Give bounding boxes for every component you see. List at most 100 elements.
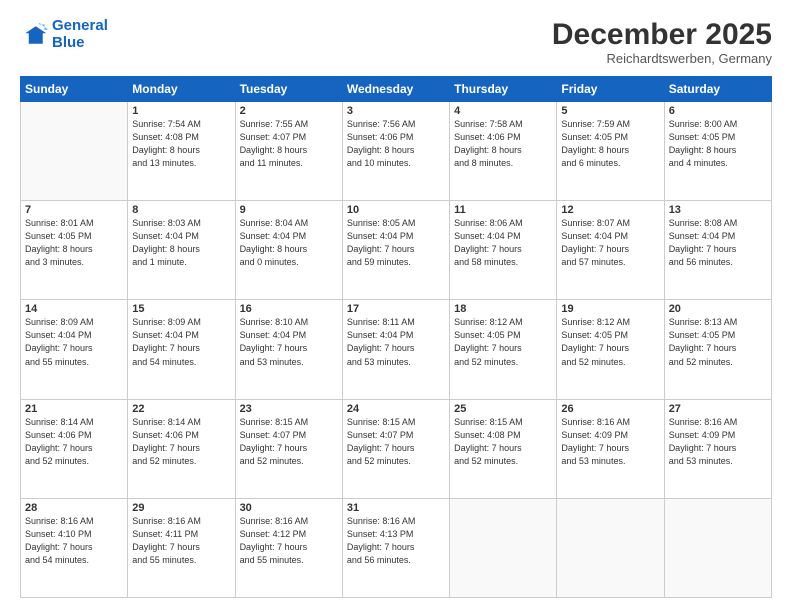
day-info: Sunrise: 7:56 AM Sunset: 4:06 PM Dayligh… <box>347 118 445 170</box>
day-number: 1 <box>132 105 230 117</box>
calendar-cell: 15Sunrise: 8:09 AM Sunset: 4:04 PM Dayli… <box>128 300 235 399</box>
day-info: Sunrise: 8:14 AM Sunset: 4:06 PM Dayligh… <box>132 416 230 468</box>
day-info: Sunrise: 8:16 AM Sunset: 4:13 PM Dayligh… <box>347 515 445 567</box>
weekday-header-tuesday: Tuesday <box>235 77 342 102</box>
day-number: 5 <box>561 105 659 117</box>
day-number: 8 <box>132 204 230 216</box>
logo-line1: General <box>52 17 108 34</box>
calendar-cell: 1Sunrise: 7:54 AM Sunset: 4:08 PM Daylig… <box>128 102 235 201</box>
logo-line2: Blue <box>52 34 85 51</box>
calendar-cell: 16Sunrise: 8:10 AM Sunset: 4:04 PM Dayli… <box>235 300 342 399</box>
day-info: Sunrise: 7:58 AM Sunset: 4:06 PM Dayligh… <box>454 118 552 170</box>
day-number: 27 <box>669 403 767 415</box>
calendar-cell: 10Sunrise: 8:05 AM Sunset: 4:04 PM Dayli… <box>342 201 449 300</box>
day-info: Sunrise: 8:16 AM Sunset: 4:09 PM Dayligh… <box>561 416 659 468</box>
day-info: Sunrise: 7:59 AM Sunset: 4:05 PM Dayligh… <box>561 118 659 170</box>
calendar-cell: 19Sunrise: 8:12 AM Sunset: 4:05 PM Dayli… <box>557 300 664 399</box>
day-number: 25 <box>454 403 552 415</box>
calendar-cell: 5Sunrise: 7:59 AM Sunset: 4:05 PM Daylig… <box>557 102 664 201</box>
day-info: Sunrise: 8:16 AM Sunset: 4:12 PM Dayligh… <box>240 515 338 567</box>
calendar-cell: 31Sunrise: 8:16 AM Sunset: 4:13 PM Dayli… <box>342 498 449 597</box>
logo: General Blue <box>20 18 108 51</box>
weekday-header-friday: Friday <box>557 77 664 102</box>
calendar-cell: 28Sunrise: 8:16 AM Sunset: 4:10 PM Dayli… <box>21 498 128 597</box>
day-number: 2 <box>240 105 338 117</box>
day-info: Sunrise: 8:11 AM Sunset: 4:04 PM Dayligh… <box>347 316 445 368</box>
day-number: 16 <box>240 303 338 315</box>
calendar-cell: 23Sunrise: 8:15 AM Sunset: 4:07 PM Dayli… <box>235 399 342 498</box>
day-number: 18 <box>454 303 552 315</box>
day-number: 28 <box>25 502 123 514</box>
day-info: Sunrise: 8:08 AM Sunset: 4:04 PM Dayligh… <box>669 217 767 269</box>
day-info: Sunrise: 8:15 AM Sunset: 4:08 PM Dayligh… <box>454 416 552 468</box>
weekday-header-saturday: Saturday <box>664 77 771 102</box>
calendar-cell: 18Sunrise: 8:12 AM Sunset: 4:05 PM Dayli… <box>450 300 557 399</box>
day-number: 17 <box>347 303 445 315</box>
day-info: Sunrise: 8:13 AM Sunset: 4:05 PM Dayligh… <box>669 316 767 368</box>
calendar-cell: 29Sunrise: 8:16 AM Sunset: 4:11 PM Dayli… <box>128 498 235 597</box>
weekday-header-wednesday: Wednesday <box>342 77 449 102</box>
calendar-cell: 4Sunrise: 7:58 AM Sunset: 4:06 PM Daylig… <box>450 102 557 201</box>
day-number: 4 <box>454 105 552 117</box>
day-info: Sunrise: 7:54 AM Sunset: 4:08 PM Dayligh… <box>132 118 230 170</box>
day-number: 26 <box>561 403 659 415</box>
calendar-cell: 30Sunrise: 8:16 AM Sunset: 4:12 PM Dayli… <box>235 498 342 597</box>
day-info: Sunrise: 8:16 AM Sunset: 4:09 PM Dayligh… <box>669 416 767 468</box>
calendar-cell <box>557 498 664 597</box>
header: General Blue December 2025 Reichardtswer… <box>20 18 772 66</box>
day-number: 29 <box>132 502 230 514</box>
day-info: Sunrise: 8:12 AM Sunset: 4:05 PM Dayligh… <box>454 316 552 368</box>
day-number: 31 <box>347 502 445 514</box>
day-number: 15 <box>132 303 230 315</box>
calendar-cell: 7Sunrise: 8:01 AM Sunset: 4:05 PM Daylig… <box>21 201 128 300</box>
day-info: Sunrise: 8:14 AM Sunset: 4:06 PM Dayligh… <box>25 416 123 468</box>
weekday-header-thursday: Thursday <box>450 77 557 102</box>
day-info: Sunrise: 8:16 AM Sunset: 4:11 PM Dayligh… <box>132 515 230 567</box>
calendar-cell: 27Sunrise: 8:16 AM Sunset: 4:09 PM Dayli… <box>664 399 771 498</box>
day-number: 24 <box>347 403 445 415</box>
weekday-header-monday: Monday <box>128 77 235 102</box>
calendar-cell: 13Sunrise: 8:08 AM Sunset: 4:04 PM Dayli… <box>664 201 771 300</box>
day-number: 6 <box>669 105 767 117</box>
day-info: Sunrise: 8:12 AM Sunset: 4:05 PM Dayligh… <box>561 316 659 368</box>
calendar-cell: 22Sunrise: 8:14 AM Sunset: 4:06 PM Dayli… <box>128 399 235 498</box>
calendar-cell: 11Sunrise: 8:06 AM Sunset: 4:04 PM Dayli… <box>450 201 557 300</box>
day-info: Sunrise: 8:00 AM Sunset: 4:05 PM Dayligh… <box>669 118 767 170</box>
weekday-header-sunday: Sunday <box>21 77 128 102</box>
day-number: 30 <box>240 502 338 514</box>
logo-icon <box>20 21 48 49</box>
day-info: Sunrise: 8:07 AM Sunset: 4:04 PM Dayligh… <box>561 217 659 269</box>
calendar-table: SundayMondayTuesdayWednesdayThursdayFrid… <box>20 76 772 598</box>
day-number: 23 <box>240 403 338 415</box>
calendar-week-row: 28Sunrise: 8:16 AM Sunset: 4:10 PM Dayli… <box>21 498 772 597</box>
calendar-cell: 12Sunrise: 8:07 AM Sunset: 4:04 PM Dayli… <box>557 201 664 300</box>
day-number: 20 <box>669 303 767 315</box>
calendar-cell <box>450 498 557 597</box>
day-number: 11 <box>454 204 552 216</box>
calendar-cell <box>21 102 128 201</box>
day-number: 9 <box>240 204 338 216</box>
calendar-week-row: 7Sunrise: 8:01 AM Sunset: 4:05 PM Daylig… <box>21 201 772 300</box>
day-number: 21 <box>25 403 123 415</box>
day-number: 19 <box>561 303 659 315</box>
calendar-cell <box>664 498 771 597</box>
calendar-week-row: 14Sunrise: 8:09 AM Sunset: 4:04 PM Dayli… <box>21 300 772 399</box>
day-info: Sunrise: 8:06 AM Sunset: 4:04 PM Dayligh… <box>454 217 552 269</box>
calendar-cell: 2Sunrise: 7:55 AM Sunset: 4:07 PM Daylig… <box>235 102 342 201</box>
calendar-cell: 25Sunrise: 8:15 AM Sunset: 4:08 PM Dayli… <box>450 399 557 498</box>
calendar-cell: 8Sunrise: 8:03 AM Sunset: 4:04 PM Daylig… <box>128 201 235 300</box>
day-info: Sunrise: 8:15 AM Sunset: 4:07 PM Dayligh… <box>347 416 445 468</box>
day-info: Sunrise: 8:01 AM Sunset: 4:05 PM Dayligh… <box>25 217 123 269</box>
calendar-cell: 6Sunrise: 8:00 AM Sunset: 4:05 PM Daylig… <box>664 102 771 201</box>
day-number: 7 <box>25 204 123 216</box>
day-info: Sunrise: 8:16 AM Sunset: 4:10 PM Dayligh… <box>25 515 123 567</box>
day-info: Sunrise: 7:55 AM Sunset: 4:07 PM Dayligh… <box>240 118 338 170</box>
calendar-week-row: 1Sunrise: 7:54 AM Sunset: 4:08 PM Daylig… <box>21 102 772 201</box>
day-info: Sunrise: 8:10 AM Sunset: 4:04 PM Dayligh… <box>240 316 338 368</box>
calendar-week-row: 21Sunrise: 8:14 AM Sunset: 4:06 PM Dayli… <box>21 399 772 498</box>
calendar-cell: 20Sunrise: 8:13 AM Sunset: 4:05 PM Dayli… <box>664 300 771 399</box>
logo-text: General Blue <box>52 18 108 51</box>
day-number: 13 <box>669 204 767 216</box>
day-info: Sunrise: 8:04 AM Sunset: 4:04 PM Dayligh… <box>240 217 338 269</box>
calendar-cell: 17Sunrise: 8:11 AM Sunset: 4:04 PM Dayli… <box>342 300 449 399</box>
